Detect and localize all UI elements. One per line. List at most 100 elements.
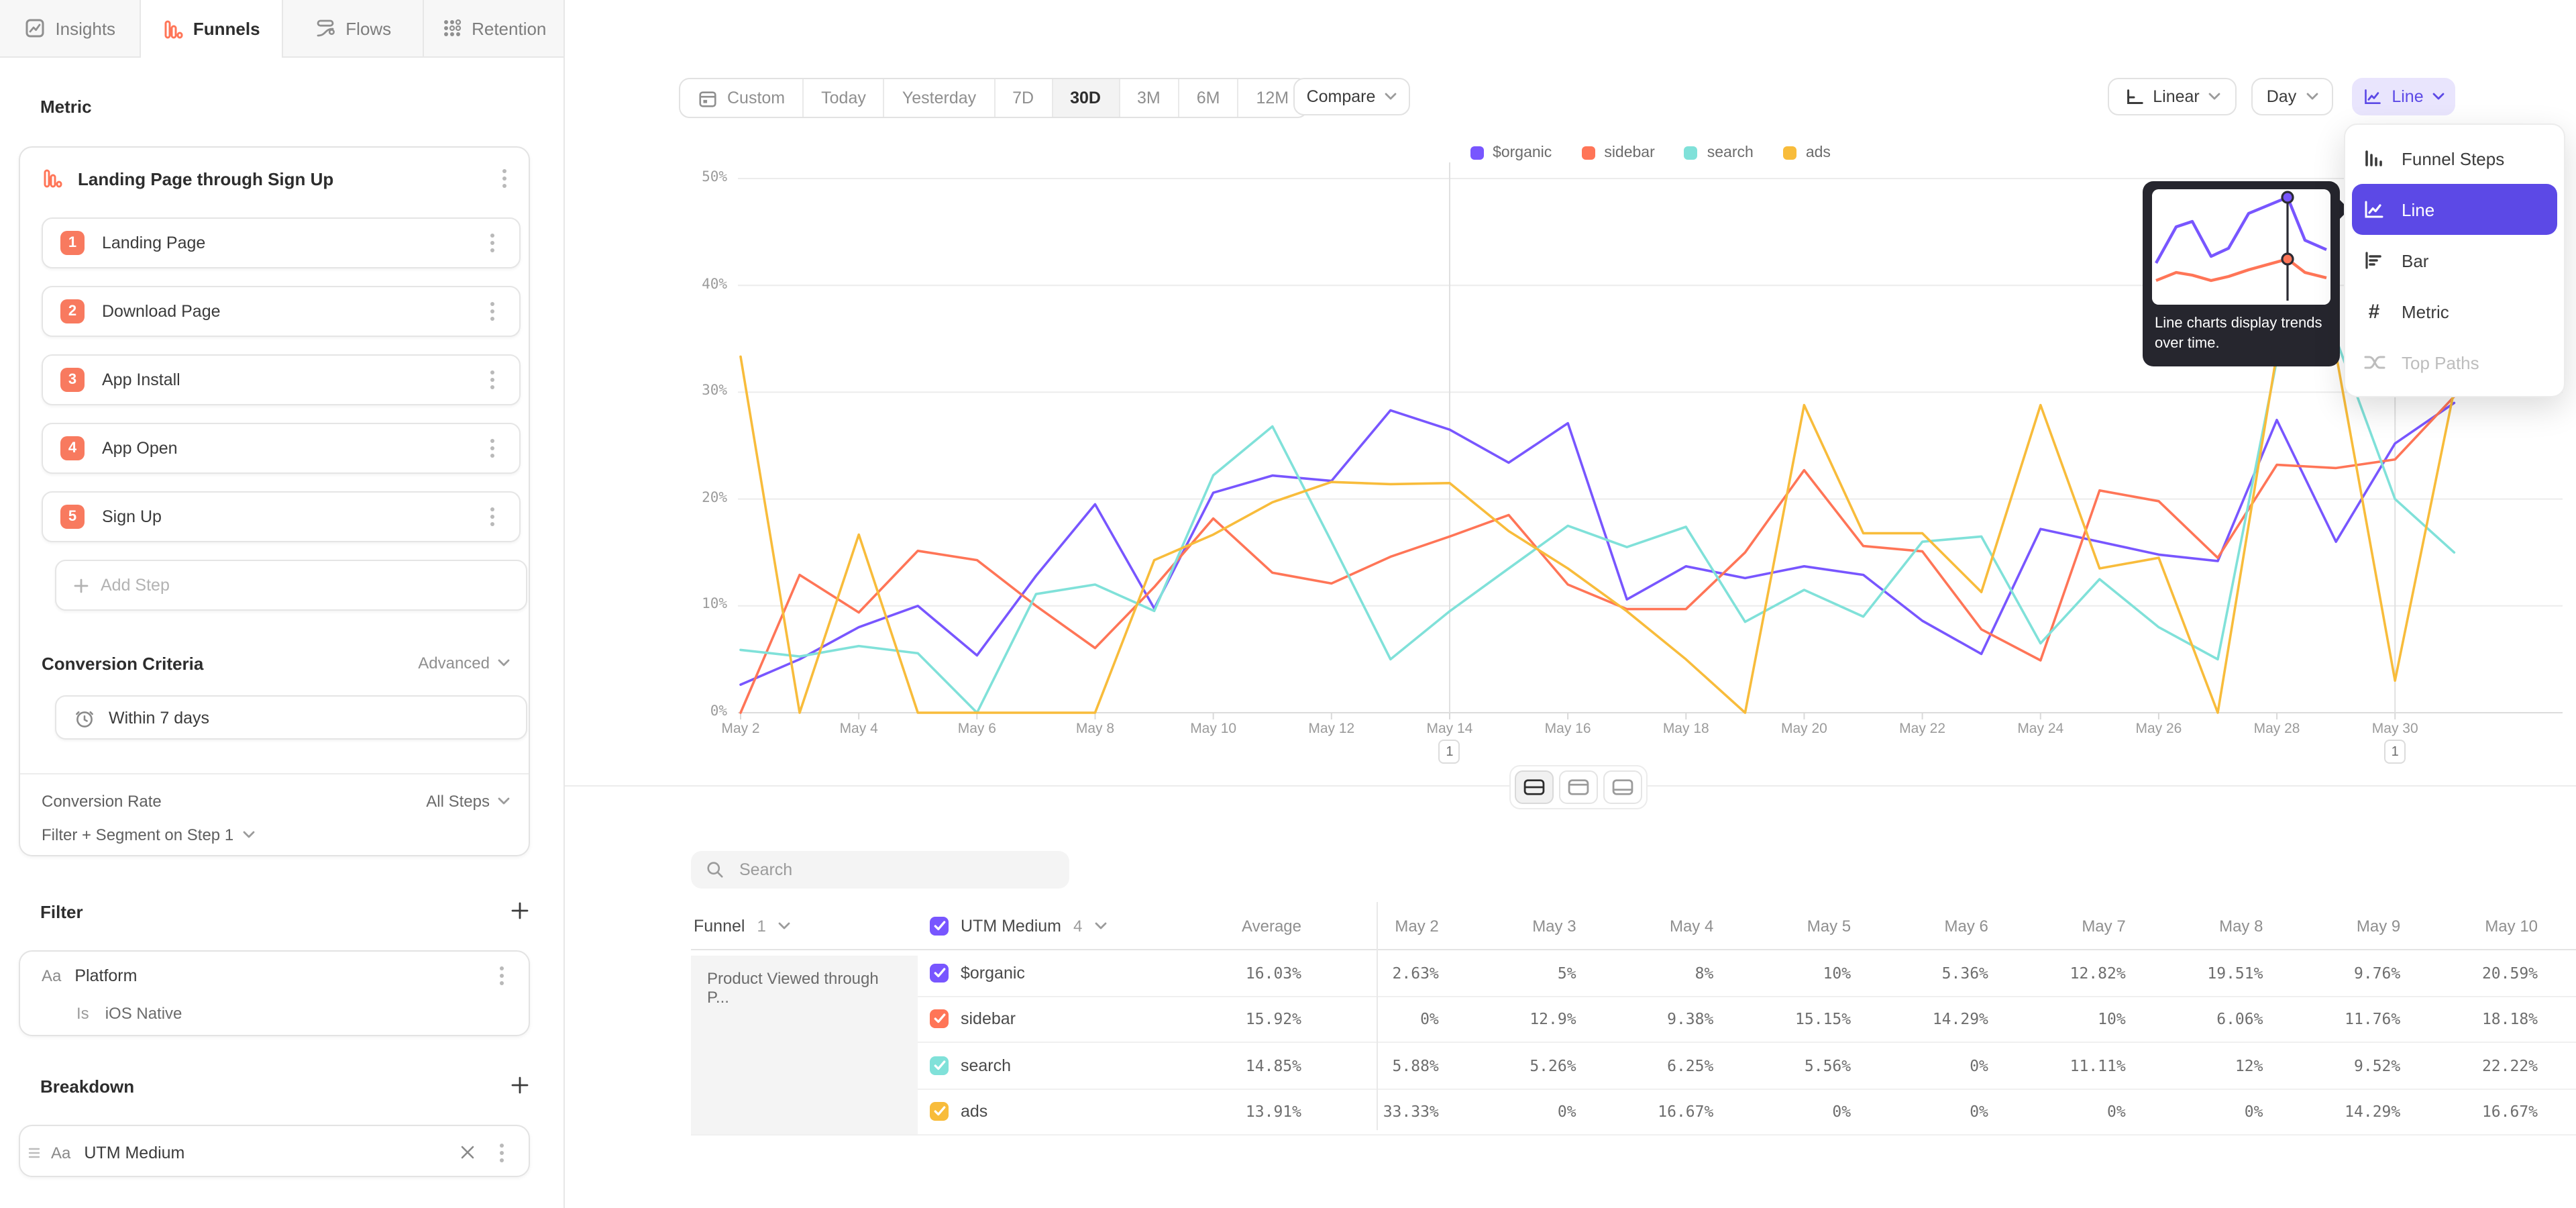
step-number-badge: 5	[60, 505, 85, 529]
drag-handle-icon[interactable]	[28, 1146, 40, 1159]
step-kebab-menu[interactable]	[482, 369, 503, 391]
add-filter-button[interactable]	[511, 902, 529, 919]
kebab-menu-icon[interactable]	[499, 965, 504, 987]
menu-item-funnel-steps[interactable]: Funnel Steps	[2345, 133, 2564, 184]
funnel-step-row[interactable]: 2 Download Page	[42, 286, 521, 337]
top-paths-icon	[2361, 353, 2387, 372]
breakdown-column-dropdown[interactable]: UTM Medium4	[927, 916, 1162, 935]
row-checkbox[interactable]	[930, 1010, 949, 1029]
step-number-badge: 4	[60, 436, 85, 460]
chevron-down-icon	[1385, 93, 1397, 101]
add-step-button[interactable]: Add Step	[55, 560, 527, 611]
tab-insights[interactable]: Insights	[0, 0, 142, 58]
conversion-window-button[interactable]: Within 7 days	[55, 695, 527, 740]
metric-kebab-menu[interactable]	[494, 168, 515, 189]
filter-value[interactable]: iOS Native	[105, 1004, 182, 1023]
table-row-search[interactable]: search14.85%5.88%5.26%6.25%5.56%0%11.11%…	[691, 1043, 2576, 1089]
range-6m[interactable]: 6M	[1179, 79, 1239, 117]
kebab-menu-icon[interactable]	[490, 369, 495, 391]
filter-kebab-menu[interactable]	[491, 965, 513, 987]
funnel-column-dropdown[interactable]: Funnel1	[691, 916, 927, 935]
series-line-organic[interactable]	[741, 403, 2454, 685]
layout-table-button[interactable]	[1603, 770, 1642, 804]
table-row-ads[interactable]: ads13.91%33.33%0%16.67%0%0%0%0%14.29%16.…	[691, 1089, 2576, 1136]
compare-button[interactable]: Compare	[1293, 78, 1410, 115]
column-header[interactable]: May 2	[1304, 916, 1442, 935]
step-kebab-menu[interactable]	[482, 506, 503, 527]
filter-card[interactable]: Aa Platform Is iOS Native	[19, 950, 530, 1036]
funnel-step-row[interactable]: 3 App Install	[42, 354, 521, 405]
table-row-sidebar[interactable]: sidebar15.92%0%12.9%9.38%15.15%14.29%10%…	[691, 997, 2576, 1043]
kebab-menu-icon[interactable]	[490, 301, 495, 322]
funnel-steps-list: 1 Landing Page 2 Download Page 3 App Ins…	[20, 217, 529, 560]
legend-swatch	[1470, 146, 1483, 160]
series-line-ads[interactable]	[741, 354, 2454, 713]
range-custom[interactable]: Custom	[680, 79, 804, 117]
table-row-organic[interactable]: $organic16.03%2.63%5%8%10%5.36%12.82%19.…	[691, 950, 2576, 997]
funnel-step-row[interactable]: 4 App Open	[42, 423, 521, 474]
breakdown-card[interactable]: Aa UTM Medium	[19, 1125, 530, 1177]
search-input[interactable]	[737, 859, 1055, 880]
range-30d[interactable]: 30D	[1053, 79, 1120, 117]
column-header[interactable]: May 8	[2129, 916, 2266, 935]
row-checkbox[interactable]	[930, 964, 949, 983]
range-3m[interactable]: 3M	[1120, 79, 1179, 117]
tab-flows[interactable]: Flows	[282, 0, 424, 58]
kebab-menu-icon[interactable]	[490, 506, 495, 527]
scale-dropdown[interactable]: Linear	[2108, 78, 2237, 115]
range-7d[interactable]: 7D	[995, 79, 1053, 117]
advanced-dropdown[interactable]: Advanced	[418, 654, 510, 672]
range-yesterday[interactable]: Yesterday	[885, 79, 995, 117]
range-today[interactable]: Today	[804, 79, 885, 117]
filter-operator[interactable]: Is	[76, 1004, 89, 1023]
funnel-step-group-cell[interactable]: Product Viewed through P...	[691, 956, 918, 1134]
funnel-step-row[interactable]: 5 Sign Up	[42, 491, 521, 542]
chart-type-dropdown[interactable]: Line	[2352, 78, 2455, 115]
all-steps-dropdown[interactable]: All Steps	[426, 792, 510, 811]
check-icon	[933, 1107, 945, 1117]
add-breakdown-button[interactable]	[511, 1076, 529, 1094]
annotation-badge[interactable]: 1	[2384, 740, 2406, 764]
flows-icon	[313, 17, 336, 39]
step-kebab-menu[interactable]	[482, 438, 503, 459]
layout-chart-button[interactable]	[1559, 770, 1598, 804]
filter-segment-dropdown[interactable]: Filter + Segment on Step 1	[42, 825, 255, 844]
table-search[interactable]	[691, 851, 1069, 889]
close-icon[interactable]	[460, 1145, 475, 1160]
row-checkbox[interactable]	[930, 1103, 949, 1121]
tab-funnels[interactable]: Funnels	[142, 0, 283, 58]
interval-dropdown[interactable]: Day	[2251, 78, 2333, 115]
legend-swatch	[1783, 146, 1796, 160]
layout-split-button[interactable]	[1515, 770, 1554, 804]
menu-item-metric[interactable]: #Metric	[2345, 286, 2564, 337]
step-kebab-menu[interactable]	[482, 301, 503, 322]
legend-item-organic[interactable]: $organic	[1470, 145, 1552, 161]
column-header[interactable]: May 7	[1991, 916, 2129, 935]
row-checkbox[interactable]	[930, 916, 949, 935]
funnel-step-row[interactable]: 1 Landing Page	[42, 217, 521, 268]
legend-item-ads[interactable]: ads	[1783, 145, 1831, 161]
column-header[interactable]: May 5	[1716, 916, 1854, 935]
kebab-menu-icon[interactable]	[490, 438, 495, 459]
column-header[interactable]: May 9	[2265, 916, 2403, 935]
kebab-menu-icon[interactable]	[490, 232, 495, 254]
column-header[interactable]: May 10	[2403, 916, 2540, 935]
kebab-menu-icon[interactable]	[499, 1142, 504, 1163]
menu-item-line[interactable]: Line	[2352, 184, 2557, 235]
tab-retention[interactable]: Retention	[424, 0, 564, 58]
legend-item-search[interactable]: search	[1684, 145, 1754, 161]
legend-item-sidebar[interactable]: sidebar	[1581, 145, 1654, 161]
row-checkbox[interactable]	[930, 1056, 949, 1075]
breakdown-kebab-menu[interactable]	[491, 1142, 513, 1163]
column-header[interactable]: Average	[1162, 916, 1304, 935]
menu-item-bar[interactable]: Bar	[2345, 235, 2564, 286]
annotation-badge[interactable]: 1	[1439, 740, 1460, 764]
column-header[interactable]: May 6	[1854, 916, 1991, 935]
column-header[interactable]: May 4	[1579, 916, 1717, 935]
kebab-menu-icon[interactable]	[502, 168, 507, 189]
step-kebab-menu[interactable]	[482, 232, 503, 254]
step-label: Landing Page	[102, 234, 482, 252]
value-cell: 16.03%	[1162, 964, 1304, 983]
series-line-sidebar[interactable]	[741, 397, 2454, 713]
column-header[interactable]: May 3	[1442, 916, 1579, 935]
